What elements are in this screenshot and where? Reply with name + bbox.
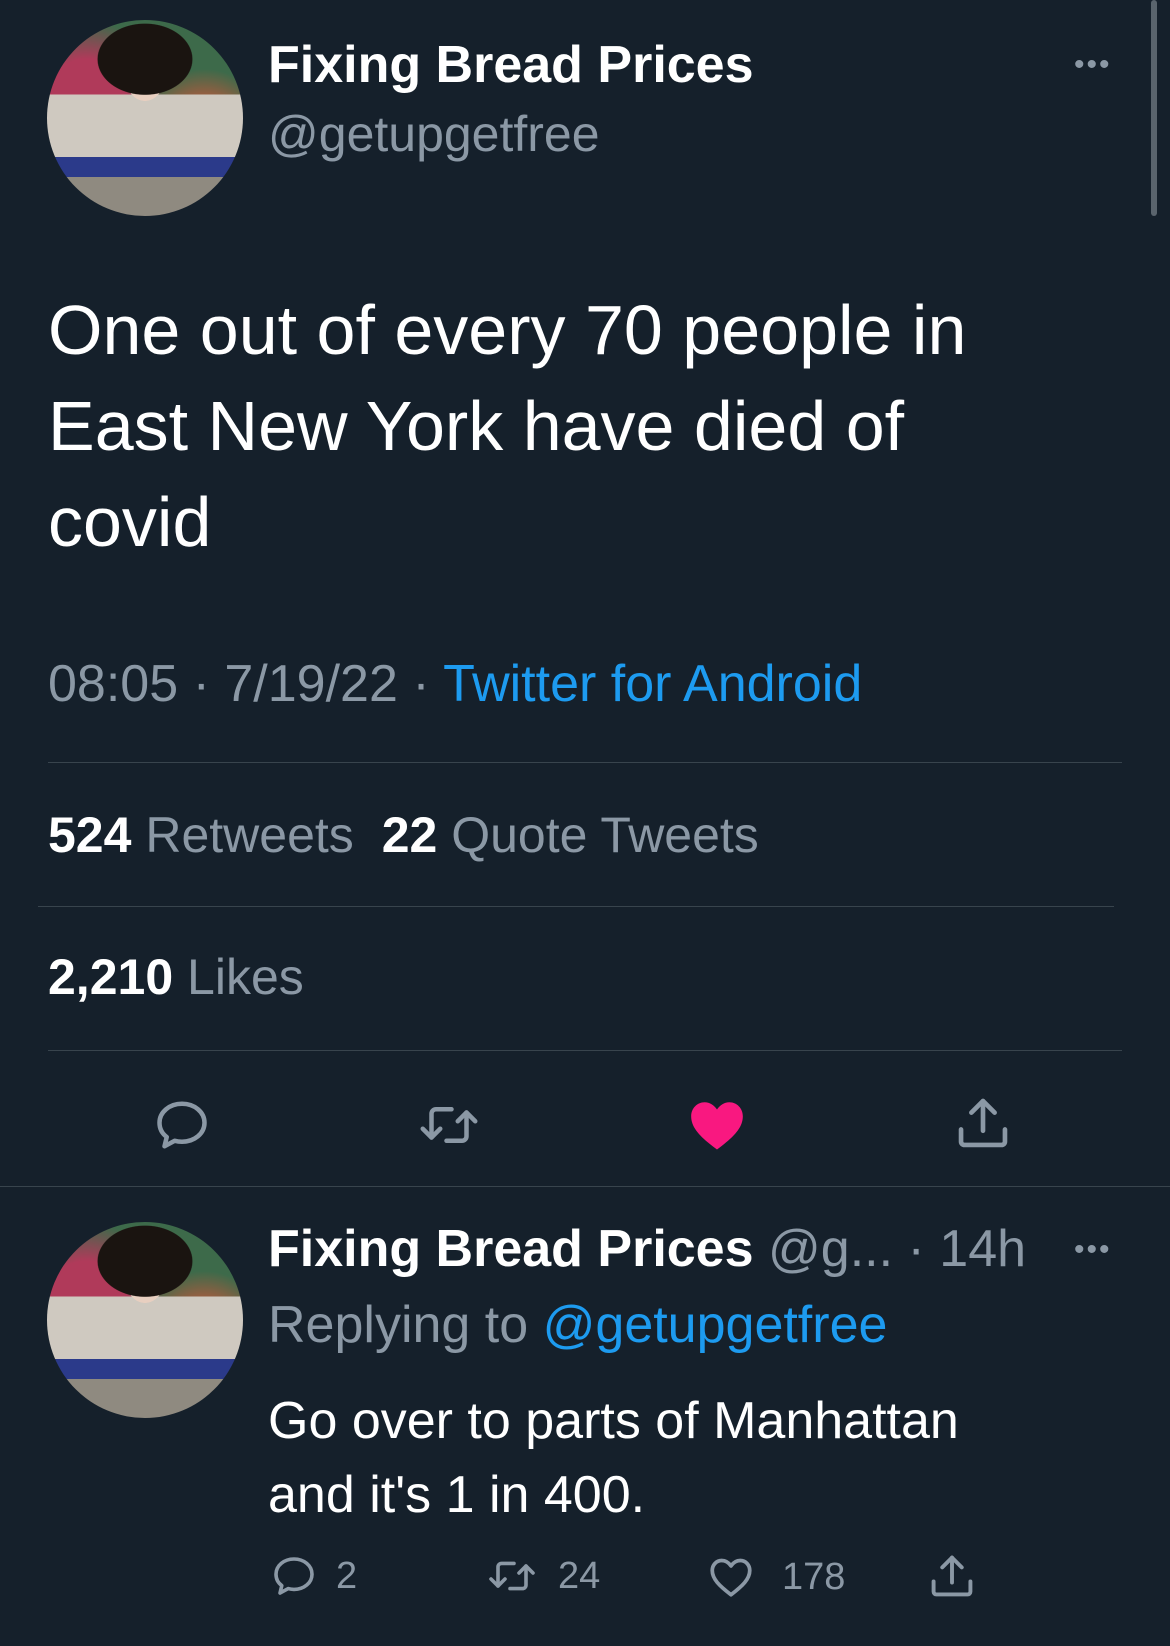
likes-stat[interactable]: 2,210 Likes xyxy=(48,946,304,1008)
reply-age[interactable]: 14h xyxy=(939,1220,1026,1278)
scrollbar[interactable] xyxy=(1151,0,1157,216)
reply-more-options-icon[interactable]: ••• xyxy=(1074,1233,1112,1267)
retweet-icon[interactable] xyxy=(416,1095,482,1155)
divider xyxy=(38,906,1114,907)
divider xyxy=(0,1186,1170,1187)
heart-outline-icon xyxy=(706,1552,756,1602)
tweet-time: 08:05 xyxy=(48,655,179,713)
meta-separator: · xyxy=(412,655,430,713)
author-name[interactable]: Fixing Bread Prices xyxy=(268,34,754,96)
reply-icon xyxy=(270,1552,318,1600)
tweet-text: One out of every 70 people in East New Y… xyxy=(48,282,966,570)
replying-to-label: Replying to xyxy=(268,1296,529,1354)
reply-author-name[interactable]: Fixing Bread Prices xyxy=(268,1220,754,1278)
reply-author-avatar[interactable] xyxy=(47,1222,243,1418)
divider xyxy=(48,762,1122,763)
author-handle[interactable]: @getupgetfree xyxy=(268,104,600,164)
quote-tweets-count: 22 xyxy=(381,807,438,863)
likes-count: 2,210 xyxy=(48,949,174,1005)
tweet-source-link[interactable]: Twitter for Android xyxy=(443,655,862,713)
tweet-meta: 08:05 · 7/19/22 · Twitter for Android xyxy=(48,652,862,716)
reply-reply-button[interactable]: 2 xyxy=(270,1552,357,1600)
reply-share-icon[interactable] xyxy=(926,1550,978,1602)
replying-to: Replying to @getupgetfree xyxy=(268,1294,887,1356)
tweet-text-line: One out of every 70 people in xyxy=(48,291,967,369)
quote-tweets-label: Quote Tweets xyxy=(451,807,759,863)
meta-separator: · xyxy=(192,655,210,713)
share-icon[interactable] xyxy=(952,1092,1014,1154)
tweet-text-line: covid xyxy=(48,483,212,561)
reply-count: 2 xyxy=(336,1554,358,1597)
heart-filled-icon[interactable] xyxy=(686,1094,748,1156)
quote-tweets-stat[interactable]: 22 Quote Tweets xyxy=(382,807,759,863)
reply-text-line: Go over to parts of Manhattan xyxy=(268,1392,959,1450)
reply-header: Fixing Bread Prices @g... · 14h xyxy=(268,1218,1026,1280)
tweet-text-line: East New York have died of xyxy=(48,387,905,465)
reply-like-button[interactable]: 178 xyxy=(706,1552,845,1602)
reply-text-line: and it's 1 in 400. xyxy=(268,1466,646,1524)
retweets-label: Retweets xyxy=(145,807,354,863)
reply-author-handle[interactable]: @g... xyxy=(768,1220,893,1278)
reply-icon[interactable] xyxy=(152,1095,212,1155)
more-options-icon[interactable]: ••• xyxy=(1074,48,1112,82)
author-avatar[interactable] xyxy=(47,20,243,216)
engagement-stats: 524 Retweets 22 Quote Tweets xyxy=(48,804,759,866)
retweet-icon xyxy=(486,1552,538,1600)
retweets-count: 524 xyxy=(48,807,132,863)
reply-separator: · xyxy=(907,1220,925,1278)
reply-text: Go over to parts of Manhattan and it's 1… xyxy=(268,1384,959,1532)
divider xyxy=(48,1050,1122,1051)
retweets-stat[interactable]: 524 Retweets xyxy=(48,807,368,863)
reply-retweet-button[interactable]: 24 xyxy=(486,1552,600,1600)
retweet-count: 24 xyxy=(558,1554,601,1597)
replying-to-handle[interactable]: @getupgetfree xyxy=(543,1296,888,1354)
like-count: 178 xyxy=(782,1555,846,1598)
likes-label: Likes xyxy=(187,949,304,1005)
tweet-date: 7/19/22 xyxy=(224,655,398,713)
